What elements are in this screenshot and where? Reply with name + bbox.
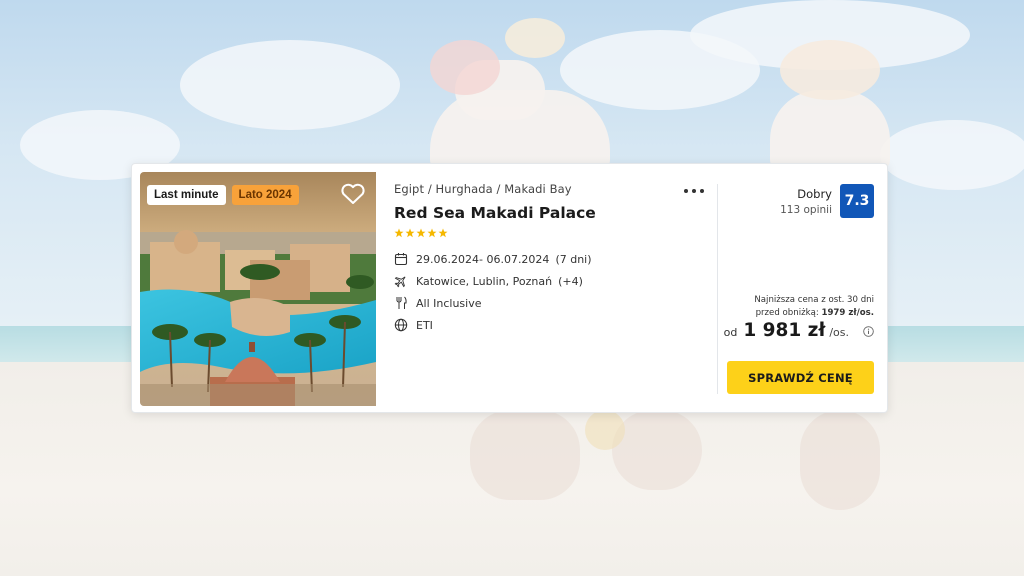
hotel-image xyxy=(140,172,376,406)
lowest-price-note: Najniższa cena z ost. 30 dni przed obniż… xyxy=(754,294,874,320)
star-icon xyxy=(405,228,415,238)
price-unit: /os. xyxy=(829,326,849,339)
operator-row: ETI xyxy=(394,314,714,336)
hotel-stars xyxy=(394,228,714,238)
plane-icon xyxy=(394,276,406,288)
badge-group: Last minute Lato 2024 xyxy=(147,185,299,205)
duration-text: (7 dni) xyxy=(555,252,592,266)
hotel-photo[interactable]: Last minute Lato 2024 xyxy=(140,172,376,406)
rating-score: 7.3 xyxy=(840,184,874,218)
departures-row: Katowice, Lublin, Poznań (+4) xyxy=(394,270,714,292)
calendar-icon xyxy=(394,253,408,266)
hotel-name[interactable]: Red Sea Makadi Palace xyxy=(394,204,714,222)
offer-card[interactable]: Last minute Lato 2024 Egipt / Hurghada /… xyxy=(131,163,888,413)
board-text: All Inclusive xyxy=(416,296,482,310)
rating-block[interactable]: Dobry 113 opinii 7.3 xyxy=(780,184,874,218)
departures-more[interactable]: (+4) xyxy=(558,275,583,288)
lowest-price-prefix: przed obniżką: xyxy=(755,308,819,318)
star-icon xyxy=(394,228,404,238)
location-breadcrumb[interactable]: Egipt / Hurghada / Makadi Bay xyxy=(394,182,714,196)
lowest-price-value: 1979 zł/os. xyxy=(821,308,874,318)
more-dots-icon[interactable] xyxy=(684,187,704,195)
rating-count[interactable]: 113 opinii xyxy=(780,204,832,216)
divider xyxy=(717,184,718,394)
dates-text: 29.06.2024- 06.07.2024 xyxy=(416,252,550,266)
badge-season: Lato 2024 xyxy=(231,185,299,205)
operator-text: ETI xyxy=(416,318,433,332)
star-icon xyxy=(427,228,437,238)
heart-icon[interactable] xyxy=(340,182,366,206)
lowest-price-line1: Najniższa cena z ost. 30 dni xyxy=(754,295,874,305)
star-icon xyxy=(438,228,448,238)
check-price-button[interactable]: SPRAWDŹ CENĘ xyxy=(727,361,874,394)
badge-last-minute: Last minute xyxy=(147,185,226,205)
globe-icon xyxy=(394,318,408,332)
departures-text: Katowice, Lublin, Poznań xyxy=(416,274,553,288)
info-icon[interactable] xyxy=(863,326,874,337)
board-row: All Inclusive xyxy=(394,292,714,314)
price-amount: 1 981 zł xyxy=(743,320,826,341)
cutlery-icon xyxy=(396,296,407,309)
star-icon xyxy=(416,228,426,238)
price-row: od 1 981 zł /os. xyxy=(724,320,874,341)
offer-info: Egipt / Hurghada / Makadi Bay Red Sea Ma… xyxy=(394,182,714,336)
price-from: od xyxy=(723,326,738,339)
dates-row: 29.06.2024- 06.07.2024 (7 dni) xyxy=(394,248,714,270)
rating-label: Dobry xyxy=(797,187,832,201)
